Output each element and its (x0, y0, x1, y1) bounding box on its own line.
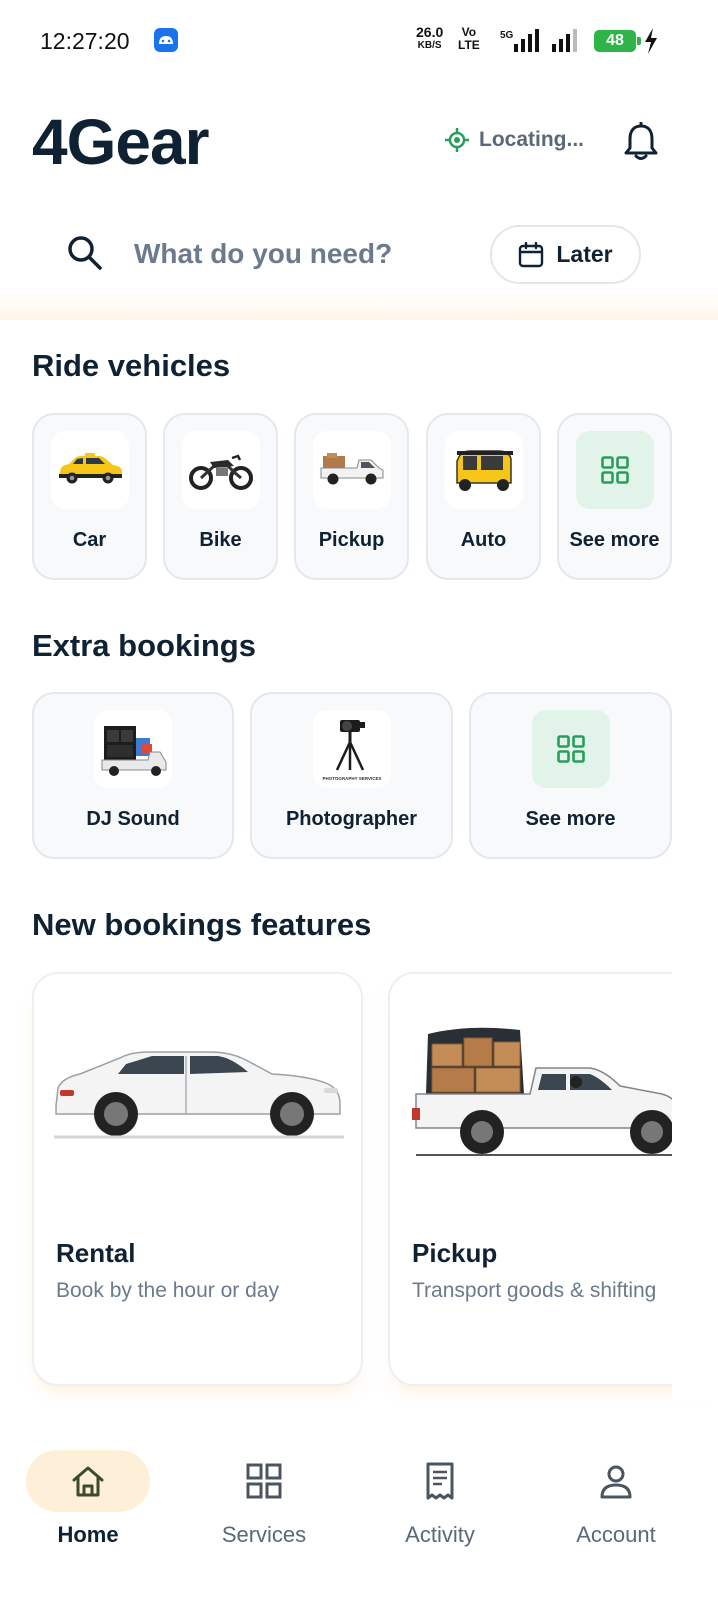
feature-card-pickup[interactable]: Pickup Transport goods & shifting (388, 972, 718, 1386)
signal-icon (552, 28, 584, 59)
search-icon[interactable] (66, 234, 104, 277)
bottom-navigation: Home Services Activity Account (0, 1430, 718, 1599)
sedan-car-icon (34, 1014, 361, 1159)
ride-label-car: Car (72, 529, 107, 551)
extra-tile-photographer[interactable]: PHOTOGRAPHY SERVICES Photographer (250, 692, 453, 859)
schedule-later-button[interactable]: Later (490, 225, 641, 284)
feature-title-rental: Rental (56, 1238, 136, 1268)
nav-home[interactable]: Home (13, 1450, 163, 1548)
nav-label-home: Home (57, 1522, 119, 1547)
nav-label-activity: Activity (405, 1522, 475, 1547)
ride-label-auto: Auto (460, 529, 507, 551)
ride-label-see-more: See more (569, 529, 660, 551)
network-speed: 26.0 KB/S (416, 24, 444, 52)
nav-account[interactable]: Account (541, 1450, 691, 1548)
extra-label-dj-sound: DJ Sound (86, 808, 180, 830)
ride-label-bike: Bike (199, 529, 242, 551)
app-notification-icon (154, 28, 178, 52)
extra-label-photographer: Photographer (285, 808, 418, 830)
auto-rickshaw-icon (444, 431, 523, 509)
volte-bottom: LTE (458, 38, 480, 52)
extra-tile-see-more[interactable]: See more (469, 692, 672, 859)
taxi-car-icon (50, 431, 129, 509)
ride-label-pickup: Pickup (318, 529, 385, 551)
motorbike-icon (181, 431, 260, 509)
extra-label-see-more: See more (525, 808, 616, 830)
photography-services-caption: PHOTOGRAPHY SERVICES (322, 776, 381, 781)
ride-vehicles-title: Ride vehicles (32, 348, 231, 383)
signal-5g-icon: 5G (500, 28, 546, 59)
ride-tile-pickup[interactable]: Pickup (294, 413, 409, 580)
grid-icon (531, 710, 610, 788)
person-icon (554, 1450, 678, 1512)
ride-tile-bike[interactable]: Bike (163, 413, 278, 580)
new-features-title: New bookings features (32, 907, 372, 942)
network-speed-unit: KB/S (417, 40, 442, 51)
search-input[interactable]: What do you need? (134, 238, 392, 270)
extra-tile-dj-sound[interactable]: DJ Sound (32, 692, 234, 859)
network-type: 5G (500, 30, 514, 41)
volte-indicator: Vo LTE (458, 26, 480, 52)
network-speed-value: 26.0 (416, 24, 444, 40)
dj-truck-icon (94, 710, 172, 788)
app-title: 4Gear (32, 106, 209, 178)
ride-tile-auto[interactable]: Auto (426, 413, 541, 580)
charging-icon (643, 28, 659, 59)
carousel-edge-mask (672, 960, 718, 1400)
location-status: Locating... (479, 128, 584, 151)
grid-icon (575, 431, 654, 509)
pickup-truck-icon (312, 431, 391, 509)
nav-label-services: Services (221, 1522, 307, 1547)
extra-bookings-title: Extra bookings (32, 628, 256, 663)
nav-services[interactable]: Services (189, 1450, 339, 1548)
feature-subtitle-pickup: Transport goods & shifting (412, 1279, 657, 1302)
later-label: Later (556, 241, 613, 267)
receipt-icon (378, 1450, 502, 1512)
battery-level: 48 (594, 30, 641, 52)
status-time: 12:27:20 (40, 28, 130, 54)
calendar-icon (519, 241, 544, 267)
notification-bell-icon[interactable] (622, 121, 660, 167)
feature-card-rental[interactable]: Rental Book by the hour or day (32, 972, 363, 1386)
ride-tile-car[interactable]: Car (32, 413, 147, 580)
locate-icon (445, 128, 469, 152)
grid-icon (202, 1450, 326, 1512)
ride-tile-see-more[interactable]: See more (557, 413, 672, 580)
feature-title-pickup: Pickup (412, 1238, 498, 1268)
nav-label-account: Account (576, 1522, 656, 1547)
home-icon (26, 1450, 150, 1512)
location-button[interactable]: Locating... (445, 128, 584, 152)
loaded-pickup-icon (390, 1024, 716, 1179)
feature-subtitle-rental: Book by the hour or day (56, 1279, 279, 1302)
status-bar: 12:27:20 26.0 KB/S Vo LTE 5G 48 (0, 0, 718, 80)
nav-activity[interactable]: Activity (365, 1450, 515, 1548)
camera-tripod-icon: PHOTOGRAPHY SERVICES (312, 710, 391, 788)
